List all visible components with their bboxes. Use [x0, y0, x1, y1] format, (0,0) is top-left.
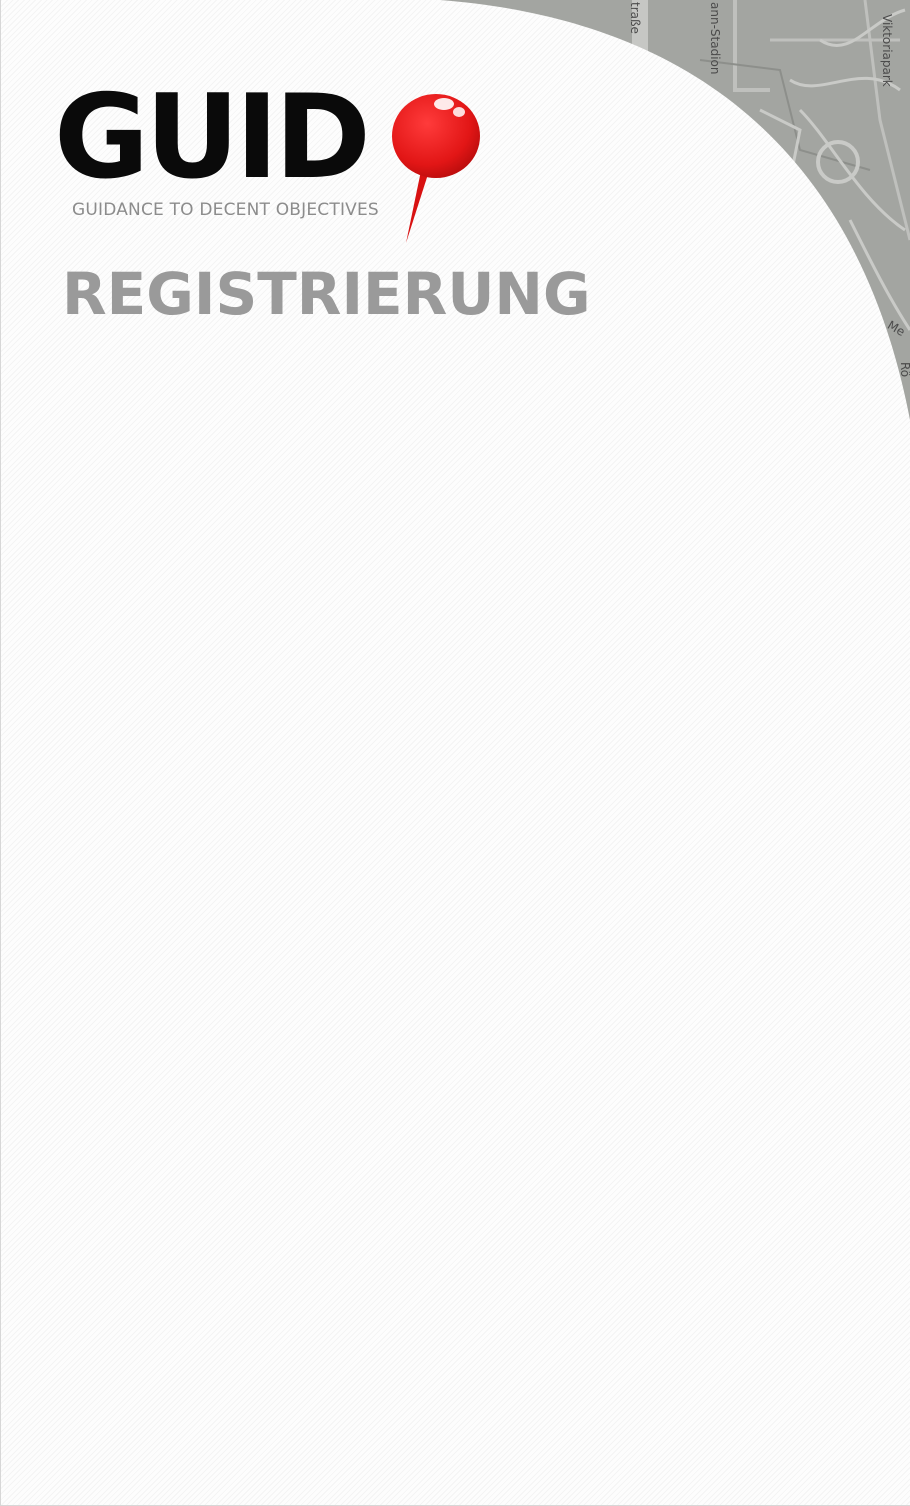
map-pin-icon	[392, 94, 480, 243]
registration-screen: traße ann-Stadion Viktoriapark Me Rö GUI…	[0, 0, 910, 1506]
guido-logo: GUID GUIDANCE TO DECENT OBJECTIVES	[54, 80, 494, 250]
tagline: GUIDANCE TO DECENT OBJECTIVES	[72, 200, 379, 220]
map-label-park: Viktoriapark	[880, 14, 894, 87]
map-label-strasse: traße	[628, 2, 642, 34]
logo-wordmark: GUID	[54, 70, 371, 205]
map-label-stadion: ann-Stadion	[708, 2, 722, 75]
page-title: REGISTRIERUNG	[62, 260, 591, 328]
